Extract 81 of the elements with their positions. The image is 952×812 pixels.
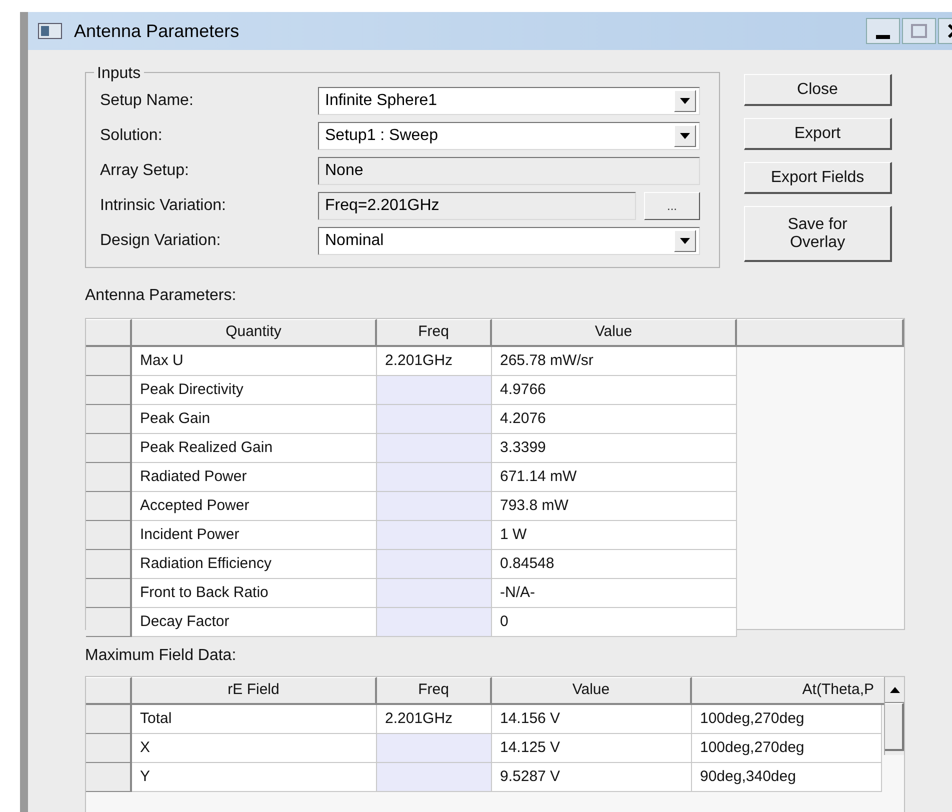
column-header: rE Field: [132, 677, 377, 705]
column-header: Quantity: [132, 319, 377, 347]
table-cell: Y: [132, 763, 377, 792]
dialog-button[interactable]: Close: [744, 74, 892, 106]
dialog-button[interactable]: Export Fields: [744, 162, 892, 194]
row-header[interactable]: [86, 463, 132, 492]
table-cell: 100deg,270deg: [692, 705, 882, 734]
minimize-icon: [876, 35, 890, 39]
dialog-button[interactable]: Save for Overlay: [744, 206, 892, 262]
table-cell: 3.3399: [492, 434, 737, 463]
field-label: Solution:: [100, 126, 164, 146]
dropdown-field[interactable]: Nominal: [318, 226, 700, 254]
up-arrow-icon: [890, 686, 900, 692]
dropdown-button[interactable]: [674, 90, 696, 112]
table-cell: Incident Power: [132, 521, 377, 550]
caret-icon: [680, 132, 690, 138]
row-header[interactable]: [86, 405, 132, 434]
table-cell: 2.201GHz: [377, 705, 492, 734]
table-cell: 4.9766: [492, 376, 737, 405]
table-cell: Peak Directivity: [132, 376, 377, 405]
table-cell: 4.2076: [492, 405, 737, 434]
row-header[interactable]: [86, 492, 132, 521]
caret-icon: [680, 98, 690, 104]
row-header[interactable]: [86, 763, 132, 792]
column-header: Freq: [377, 319, 492, 347]
table-cell: Radiated Power: [132, 463, 377, 492]
table-cell: 9.5287 V: [492, 763, 692, 792]
table-cell: 265.78 mW/sr: [492, 347, 737, 376]
field-label: Intrinsic Variation:: [100, 196, 227, 216]
section-label: Antenna Parameters:: [85, 286, 238, 306]
table-cell: X: [132, 734, 377, 763]
dropdown-field[interactable]: Infinite Sphere1: [318, 86, 700, 114]
field-label: Design Variation:: [100, 230, 222, 250]
table-cell: Radiation Efficiency: [132, 550, 377, 579]
row-header[interactable]: [86, 434, 132, 463]
caret-icon: [680, 238, 690, 244]
table-cell: 793.8 mW: [492, 492, 737, 521]
table-cell: Accepted Power: [132, 492, 377, 521]
row-header[interactable]: [86, 734, 132, 763]
table-cell: 100deg,270deg: [692, 734, 882, 763]
maximize-icon: [911, 24, 927, 38]
row-header[interactable]: [86, 521, 132, 550]
window-title: Antenna Parameters: [74, 20, 240, 42]
row-header[interactable]: [86, 579, 132, 608]
table-cell: Front to Back Ratio: [132, 579, 377, 608]
dropdown-button[interactable]: [674, 230, 696, 252]
table-cell: Decay Factor: [132, 608, 377, 637]
row-header[interactable]: [86, 705, 132, 734]
dialog-button[interactable]: Export: [744, 118, 892, 150]
readonly-field[interactable]: Freq=2.201GHz: [318, 192, 636, 220]
field-label: Setup Name:: [100, 90, 194, 110]
row-header[interactable]: [86, 376, 132, 405]
field-label: Array Setup:: [100, 160, 190, 180]
table-cell: Total: [132, 705, 377, 734]
dropdown-field[interactable]: Setup1 : Sweep: [318, 122, 700, 150]
column-header: Value: [492, 677, 692, 705]
table-cell: 0.84548: [492, 550, 737, 579]
table-cell: 14.125 V: [492, 734, 692, 763]
row-header[interactable]: [86, 608, 132, 637]
scrollbar[interactable]: [884, 677, 904, 755]
table-cell: Peak Gain: [132, 405, 377, 434]
window-icon: [38, 23, 62, 39]
readonly-field[interactable]: None: [318, 156, 700, 184]
table-cell: -N/A-: [492, 579, 737, 608]
table-cell: Max U: [132, 347, 377, 376]
row-header[interactable]: [86, 550, 132, 579]
table-cell: 90deg,340deg: [692, 763, 882, 792]
browse-button[interactable]: ...: [644, 192, 700, 220]
table-cell: 2.201GHz: [377, 347, 492, 376]
table-cell: 14.156 V: [492, 705, 692, 734]
table-cell: 1 W: [492, 521, 737, 550]
table-cell: 671.14 mW: [492, 463, 737, 492]
scroll-thumb[interactable]: [885, 703, 904, 751]
dropdown-button[interactable]: [674, 124, 696, 146]
section-label: Maximum Field Data:: [85, 646, 238, 666]
minimize-button[interactable]: [866, 18, 900, 44]
row-header[interactable]: [86, 347, 132, 376]
table-cell: Peak Realized Gain: [132, 434, 377, 463]
column-header: Freq: [377, 677, 492, 705]
column-header: Value: [492, 319, 737, 347]
table-cell: 0: [492, 608, 737, 637]
